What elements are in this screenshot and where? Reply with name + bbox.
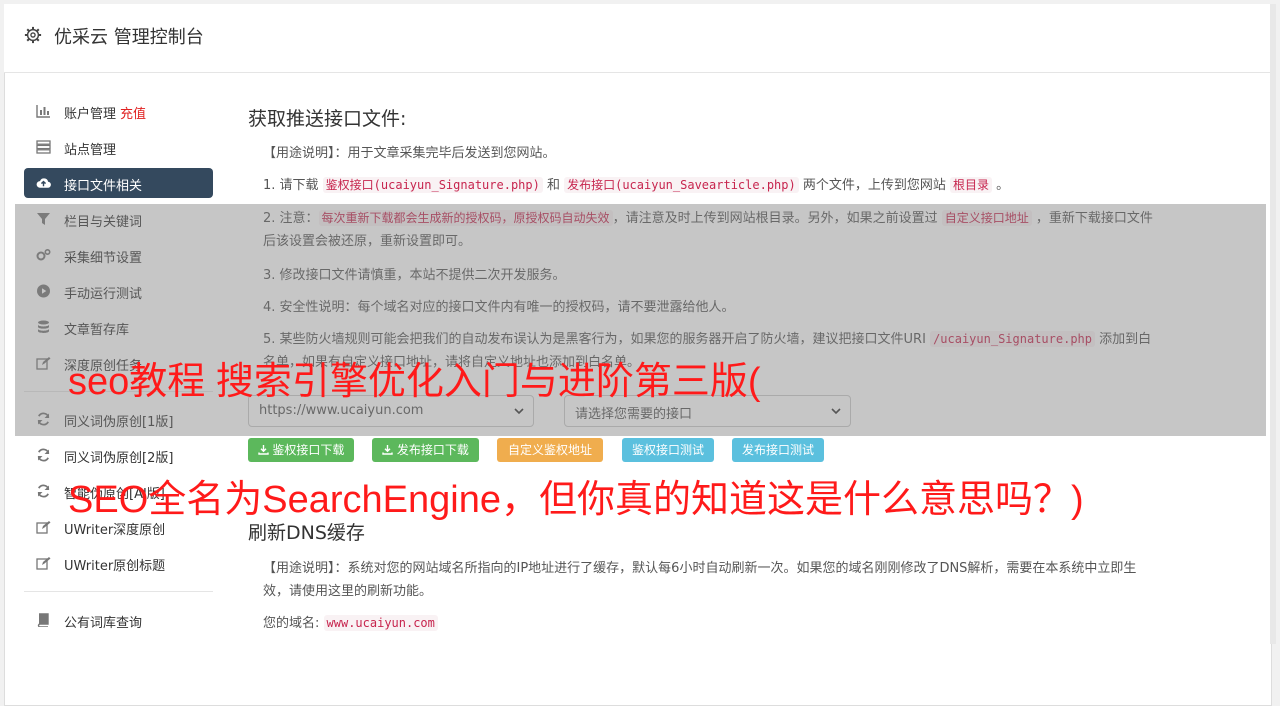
section-title-dns: 刷新DNS缓存 <box>248 522 365 544</box>
cogs-icon <box>36 248 51 261</box>
custom-url-code: 自定义接口地址 <box>941 210 1032 226</box>
sidebar-item-label: UWriter原创标题 <box>64 559 166 574</box>
sidebar-item-label: 同义词伪原创[2版] <box>64 451 174 466</box>
step-3: 3. 修改接口文件请慎重，本站不提供二次开发服务。 <box>263 268 566 283</box>
usage-note: 【用途说明】：用于文章采集完毕后发送到您网站。 <box>263 146 556 161</box>
server-icon <box>36 140 51 154</box>
domain-label: 您的域名: <box>263 616 324 631</box>
sidebar-item-label: 采集细节设置 <box>64 251 143 266</box>
sidebar-item-label: 手动运行测试 <box>64 287 143 302</box>
refresh-icon <box>37 484 50 498</box>
warning-code: 每次重新下载都会生成新的授权码，原授权码自动失效 <box>318 210 613 226</box>
test-publish-button[interactable]: 发布接口测试 <box>732 438 824 462</box>
download-icon <box>382 445 393 455</box>
refresh-icon <box>37 412 50 426</box>
custom-auth-url-button[interactable]: 自定义鉴权地址 <box>497 438 603 462</box>
chevron-down-icon <box>831 408 841 415</box>
sidebar-item-label: 公有词库查询 <box>64 616 143 631</box>
sidebar-item-label: 智能伪原创[AI版] <box>64 487 165 502</box>
refresh-icon <box>37 448 50 462</box>
api-select[interactable]: 请选择您需要的接口 <box>564 395 851 427</box>
domain-value: www.ucaiyun.com <box>323 615 438 631</box>
sidebar-item-smart-ai[interactable]: 智能伪原创[AI版] <box>24 476 213 506</box>
sidebar-item-label: 站点管理 <box>64 143 117 158</box>
sidebar-item-public-lexicon[interactable]: 公有词库查询 <box>24 605 213 635</box>
sidebar-item-sites[interactable]: 站点管理 <box>24 132 213 162</box>
console-title: 优采云 管理控制台 <box>54 27 204 48</box>
database-icon <box>38 320 49 333</box>
sidebar-item-uwriter-title[interactable]: UWriter原创标题 <box>24 548 213 578</box>
sidebar-item-uwriter-deep[interactable]: UWriter深度原创 <box>24 512 213 542</box>
sidebar-item-deep-original[interactable]: 深度原创任务 <box>24 348 213 378</box>
section-title-get-api: 获取推送接口文件: <box>248 108 407 130</box>
test-signature-button[interactable]: 鉴权接口测试 <box>622 438 714 462</box>
sidebar-item-account[interactable]: 账户管理 充值 <box>24 96 213 126</box>
sidebar-item-synonym-v2[interactable]: 同义词伪原创[2版] <box>24 440 213 470</box>
edit-icon <box>36 357 51 370</box>
sidebar-item-label: 接口文件相关 <box>64 179 143 194</box>
sidebar-item-label: 栏目与关键词 <box>64 215 143 230</box>
savearticle-file-code: 发布接口(ucaiyun_Savearticle.php) <box>564 177 799 193</box>
sidebar-item-collect-settings[interactable]: 采集细节设置 <box>24 240 213 270</box>
sidebar-item-label: 深度原创任务 <box>64 359 143 374</box>
download-publish-button[interactable]: 发布接口下载 <box>372 438 479 462</box>
signature-file-code: 鉴权接口(ucaiyun_Signature.php) <box>322 177 543 193</box>
chevron-down-icon <box>514 408 524 415</box>
sidebar-item-label: 账户管理 <box>64 107 117 122</box>
edit-icon <box>36 521 51 534</box>
sidebar-item-article-store[interactable]: 文章暂存库 <box>24 312 213 342</box>
sidebar-item-label: 同义词伪原创[1版] <box>64 415 174 430</box>
domain-line: 您的域名: www.ucaiyun.com <box>263 612 1153 635</box>
sidebar-item-label: UWriter深度原创 <box>64 523 166 538</box>
top-header: 优采云 管理控制台 <box>4 4 1270 73</box>
gear-icon <box>24 26 42 44</box>
dns-usage-note: 【用途说明】：系统对您的网站域名所指向的IP地址进行了缓存，默认每6小时自动刷新… <box>263 561 1137 599</box>
edit-icon <box>36 557 51 570</box>
sidebar-item-label: 文章暂存库 <box>64 323 130 338</box>
sidebar-divider <box>24 391 213 392</box>
sidebar-item-synonym-v1[interactable]: 同义词伪原创[1版] <box>24 404 213 434</box>
book-icon <box>37 613 49 627</box>
recharge-link[interactable]: 充值 <box>120 107 146 122</box>
sidebar-divider <box>24 591 213 592</box>
site-select[interactable]: https://www.ucaiyun.com <box>248 395 534 427</box>
uri-code: /ucaiyun_Signature.php <box>930 331 1096 347</box>
play-circle-icon <box>37 284 50 298</box>
step-4: 4. 安全性说明：每个域名对应的接口文件内有唯一的授权码，请不要泄露给他人。 <box>263 300 735 315</box>
root-dir-code: 根目录 <box>950 177 993 193</box>
step-2: 2. 注意： 每次重新下载都会生成新的授权码，原授权码自动失效 ，请注意及时上传到网… <box>263 210 1153 249</box>
filter-icon <box>37 213 50 225</box>
sidebar-item-manual-run[interactable]: 手动运行测试 <box>24 276 213 306</box>
cloud-upload-icon <box>36 178 51 188</box>
step-5: 5. 某些防火墙规则可能会把我们的自动发布误认为是黑客行为，如果您的服务器开启了… <box>263 331 1152 370</box>
download-icon <box>257 445 269 455</box>
scrollbar[interactable] <box>1270 4 1276 644</box>
sidebar-item-api-files[interactable]: 接口文件相关 <box>24 168 213 198</box>
download-signature-button[interactable]: 鉴权接口下载 <box>248 438 354 462</box>
step-1: 1. 请下载 鉴权接口(ucaiyun_Signature.php) 和 发布接… <box>263 177 1010 193</box>
sidebar-item-columns-keywords[interactable]: 栏目与关键词 <box>24 204 213 234</box>
bar-chart-icon <box>36 105 50 118</box>
